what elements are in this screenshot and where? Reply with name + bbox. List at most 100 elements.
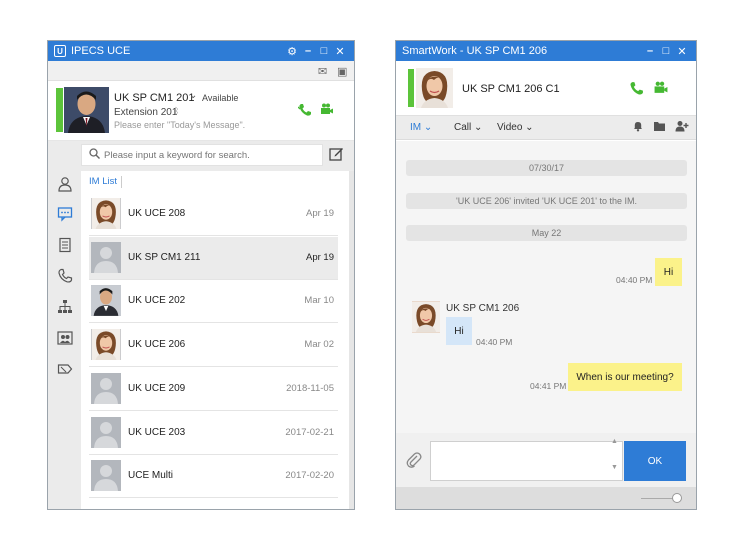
- im-list-panel: IM List UK UCE 208 Apr 19 UK SP CM1 211 Apr…: [81, 171, 354, 509]
- phone-call-icon[interactable]: [297, 103, 312, 120]
- contacts-person-icon[interactable]: [56, 175, 73, 192]
- conversation-date: Mar 02: [304, 339, 334, 351]
- chat-contact-header: UK SP CM1 206 C1: [396, 61, 696, 116]
- chevron-down-icon[interactable]: ⌄: [189, 90, 197, 101]
- conversation-avatar: [91, 372, 121, 404]
- presence-bar: [408, 69, 414, 107]
- contact-name: UK SP CM1 206 C1: [462, 83, 560, 95]
- tab-call[interactable]: Call ⌄: [454, 122, 482, 133]
- presence-status[interactable]: Available: [202, 93, 238, 103]
- my-avatar[interactable]: [64, 87, 109, 133]
- side-nav-rail: [48, 141, 80, 509]
- conversation-avatar: [91, 241, 121, 273]
- tab-divider: [121, 176, 122, 188]
- conversation-row[interactable]: UK SP CM1 211 Apr 19: [89, 236, 338, 280]
- contact-avatar[interactable]: [416, 68, 453, 108]
- todays-message[interactable]: Please enter "Today's Message".: [114, 120, 245, 130]
- notes-list-icon[interactable]: [56, 236, 73, 253]
- tab-im[interactable]: IM ⌄: [410, 122, 432, 133]
- conversation-date: Mar 10: [304, 295, 334, 307]
- system-notice: 'UK UCE 206' invited 'UK UCE 201' to the…: [406, 193, 687, 209]
- conversation-name: UK UCE 209: [128, 382, 186, 394]
- send-ok-button[interactable]: OK: [624, 441, 686, 481]
- conversation-name: UK UCE 202: [128, 295, 186, 307]
- message-bubble-incoming[interactable]: Hi: [446, 317, 472, 345]
- app-logo-icon: U: [54, 45, 66, 57]
- tab-im-label: IM: [410, 122, 422, 133]
- right-titlebar: SmartWork - UK SP CM1 206 – □ ✕: [396, 41, 696, 61]
- conversation-row[interactable]: UK UCE 203 2017-02-21: [89, 412, 338, 455]
- conversation-avatar: [91, 198, 121, 229]
- top-toolbar: ✉ ▣: [48, 61, 354, 81]
- message-time: 04:41 PM: [530, 381, 567, 391]
- tab-im-list[interactable]: IM List: [89, 176, 117, 187]
- chat-window: SmartWork - UK SP CM1 206 – □ ✕ UK SP CM…: [395, 40, 697, 510]
- bluetooth-icon: ᛒ: [174, 106, 180, 116]
- conversation-row[interactable]: UK UCE 209 2018-11-05: [89, 368, 338, 411]
- message-bubble-outgoing[interactable]: Hi: [655, 258, 682, 286]
- folder-icon[interactable]: [653, 120, 666, 135]
- message-area: 07/30/17 'UK UCE 206' invited 'UK UCE 20…: [396, 141, 696, 433]
- search-box: [81, 144, 323, 166]
- video-call-icon[interactable]: [653, 80, 669, 98]
- conversation-row[interactable]: UK UCE 206 Mar 02: [89, 324, 338, 368]
- org-chart-icon[interactable]: [56, 298, 73, 315]
- message-bubble-outgoing[interactable]: When is our meeting?: [568, 363, 682, 391]
- my-profile: UK SP CM1 201 ⌄ Available Extension 201 …: [48, 81, 354, 141]
- left-titlebar: U IPECS UCE ⚙ – □ ✕: [48, 41, 354, 61]
- attachment-paperclip-icon[interactable]: [406, 451, 422, 473]
- conversation-row[interactable]: UK UCE 208 Apr 19: [89, 193, 338, 236]
- left-window-title: IPECS UCE: [71, 45, 131, 57]
- maximize-button[interactable]: □: [658, 45, 674, 57]
- conversation-row[interactable]: UK UCE 202 Mar 10: [89, 280, 338, 324]
- sender-name: UK SP CM1 206: [446, 303, 520, 314]
- my-name: UK SP CM1 201: [114, 92, 195, 104]
- message-time: 04:40 PM: [476, 337, 513, 347]
- message-input[interactable]: [430, 441, 623, 481]
- mail-icon[interactable]: ✉: [318, 65, 327, 78]
- chat-tabs: IM ⌄ Call ⌄ Video ⌄: [396, 116, 696, 140]
- phone-icon[interactable]: [56, 267, 73, 284]
- conversation-date: Apr 19: [306, 251, 334, 263]
- conversation-name: UK UCE 203: [128, 426, 186, 438]
- close-button[interactable]: ✕: [332, 45, 348, 58]
- settings-gear-icon[interactable]: ⚙: [284, 45, 300, 58]
- sender-avatar: [412, 301, 440, 333]
- conversation-row[interactable]: UCE Multi 2017-02-20: [89, 455, 338, 499]
- conversation-avatar: [91, 285, 121, 317]
- search-input[interactable]: [104, 147, 319, 163]
- group-contacts-icon[interactable]: [56, 329, 73, 346]
- conversation-name: UK UCE 206: [128, 339, 186, 351]
- tab-video[interactable]: Video ⌄: [497, 122, 534, 133]
- bell-icon[interactable]: [632, 120, 644, 135]
- minimize-button[interactable]: –: [642, 45, 658, 57]
- conversation-name: UCE Multi: [128, 470, 174, 482]
- chat-footer: [396, 487, 696, 509]
- conversation-avatar: [91, 460, 121, 492]
- tag-label-icon[interactable]: [56, 360, 73, 377]
- compose-area: ▲ ▼ OK: [396, 433, 696, 487]
- conversation-name: UK UCE 208: [128, 208, 186, 219]
- video-call-icon[interactable]: [320, 102, 334, 119]
- chat-bubble-icon[interactable]: [56, 205, 73, 222]
- list-scrollbar[interactable]: [349, 171, 354, 509]
- main-body: IM List UK UCE 208 Apr 19 UK SP CM1 211 Apr…: [48, 141, 354, 509]
- search-icon: [89, 148, 100, 162]
- zoom-slider-knob[interactable]: [672, 493, 682, 503]
- scroll-down-icon[interactable]: ▼: [611, 463, 618, 473]
- conversation-avatar: [91, 329, 121, 361]
- message-time: 04:40 PM: [616, 275, 653, 285]
- folder-icon[interactable]: ▣: [337, 65, 347, 78]
- tab-call-label: Call: [454, 122, 472, 133]
- minimize-button[interactable]: –: [300, 45, 316, 57]
- maximize-button[interactable]: □: [316, 45, 332, 57]
- conversation-name: UK SP CM1 211: [128, 251, 201, 263]
- close-button[interactable]: ✕: [674, 45, 690, 58]
- tab-video-label: Video: [497, 122, 523, 133]
- add-participant-icon[interactable]: [675, 120, 689, 135]
- phone-call-icon[interactable]: [629, 81, 644, 99]
- scroll-up-icon[interactable]: ▲: [611, 437, 618, 447]
- compose-new-icon[interactable]: [329, 146, 344, 164]
- ipecs-uce-window: U IPECS UCE ⚙ – □ ✕ ✉ ▣ UK SP CM1 201 ⌄ …: [47, 40, 355, 510]
- presence-bar: [56, 88, 63, 132]
